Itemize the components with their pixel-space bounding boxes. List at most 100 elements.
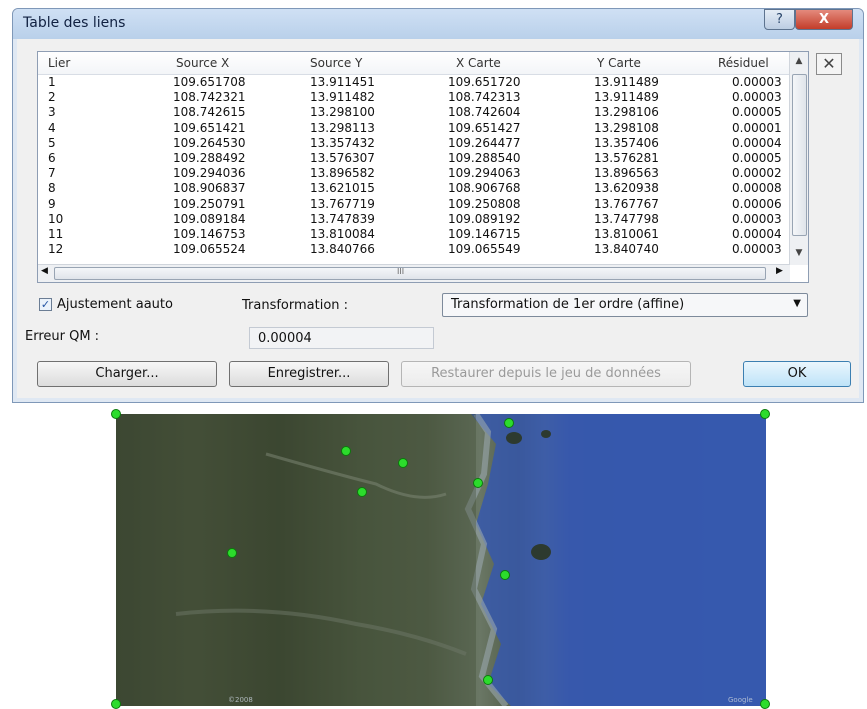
cell-link: 12 xyxy=(48,242,64,257)
cell-source-y: 13.911482 xyxy=(310,90,375,105)
control-point-marker[interactable] xyxy=(760,409,770,419)
cell-residual: 0.00003 xyxy=(732,90,782,105)
cell-map-x: 109.288540 xyxy=(448,151,521,165)
cell-map-y: 13.911489 xyxy=(594,75,659,89)
column-header-residual[interactable]: Résiduel xyxy=(718,56,769,70)
link-table-dialog: Table des liens ? X Lier Source X Source… xyxy=(12,8,864,403)
control-point-marker[interactable] xyxy=(111,699,121,709)
scroll-right-icon[interactable]: ▶ xyxy=(776,266,783,276)
cell-residual: 0.00006 xyxy=(732,196,782,211)
cell-map-y: 13.810061 xyxy=(594,227,659,241)
cell-residual: 0.00005 xyxy=(732,105,782,120)
control-point-marker[interactable] xyxy=(357,487,367,497)
cell-link: 11 xyxy=(48,227,64,241)
table-row[interactable]: 10 109.089184 13.747839 109.089192 13.747798… xyxy=(38,212,790,226)
cell-map-x: 109.065549 xyxy=(448,242,521,257)
cell-map-y: 13.747798 xyxy=(594,211,659,226)
cell-link: 8 xyxy=(48,181,56,196)
cell-residual: 0.00003 xyxy=(732,75,782,89)
cell-link: 5 xyxy=(48,135,56,150)
cell-source-y: 13.767719 xyxy=(310,196,375,211)
cell-source-x: 109.651421 xyxy=(173,120,246,135)
horizontal-scroll-thumb[interactable]: III xyxy=(54,267,766,280)
satellite-map[interactable]: ©2008 Google xyxy=(116,414,766,706)
cell-residual: 0.00005 xyxy=(732,151,782,165)
cell-residual: 0.00008 xyxy=(732,181,782,196)
control-point-marker[interactable] xyxy=(341,446,351,456)
save-button[interactable]: Enregistrer... xyxy=(229,361,389,387)
cell-residual: 0.00003 xyxy=(732,242,782,257)
auto-adjust-label[interactable]: Ajustement aauto xyxy=(57,297,173,312)
column-header-link[interactable]: Lier xyxy=(48,56,70,70)
control-point-marker[interactable] xyxy=(504,418,514,428)
chevron-down-icon[interactable]: ▼ xyxy=(793,298,801,309)
cell-source-x: 109.264530 xyxy=(173,135,246,150)
table-row[interactable]: 4 109.651421 13.298113 109.651427 13.298108 0… xyxy=(38,121,790,135)
load-button[interactable]: Charger... xyxy=(37,361,217,387)
control-point-marker[interactable] xyxy=(500,570,510,580)
cell-link: 9 xyxy=(48,196,56,211)
restore-button[interactable]: Restaurer depuis le jeu de données xyxy=(401,361,691,387)
table-row[interactable]: 11 109.146753 13.810084 109.146715 13.810061… xyxy=(38,227,790,241)
table-row[interactable]: 12 109.065524 13.840766 109.065549 13.840740… xyxy=(38,242,790,256)
table-row[interactable]: 1 109.651708 13.911451 109.651720 13.911489 0… xyxy=(38,75,790,89)
help-button[interactable]: ? xyxy=(764,9,795,30)
delete-link-icon[interactable]: ✕ xyxy=(816,53,842,75)
control-point-marker[interactable] xyxy=(398,458,408,468)
horizontal-scrollbar[interactable]: ◀ III ▶ xyxy=(38,264,790,282)
dialog-title: Table des liens xyxy=(23,15,126,31)
table-row[interactable]: 7 109.294036 13.896582 109.294063 13.896563 0… xyxy=(38,166,790,180)
links-table[interactable]: Lier Source X Source Y X Carte Y Carte R… xyxy=(37,51,809,283)
scroll-up-icon[interactable]: ▲ xyxy=(790,56,808,66)
cell-map-y: 13.911489 xyxy=(594,90,659,105)
cell-residual: 0.00003 xyxy=(732,211,782,226)
table-row[interactable]: 8 108.906837 13.621015 108.906768 13.620938 0… xyxy=(38,181,790,195)
control-point-marker[interactable] xyxy=(227,548,237,558)
control-point-marker[interactable] xyxy=(111,409,121,419)
auto-adjust-checkbox[interactable]: ✓ xyxy=(39,298,52,311)
cell-source-y: 13.298113 xyxy=(310,120,375,135)
cell-map-x: 109.250808 xyxy=(448,196,521,211)
column-header-source-y[interactable]: Source Y xyxy=(310,56,362,70)
vertical-scrollbar[interactable]: ▲ ▼ xyxy=(789,52,808,265)
rms-error-value: 0.00004 xyxy=(249,327,434,349)
vertical-scroll-thumb[interactable] xyxy=(792,74,807,236)
column-header-source-x[interactable]: Source X xyxy=(176,56,229,70)
table-row[interactable]: 5 109.264530 13.357432 109.264477 13.357406 0… xyxy=(38,136,790,150)
table-row[interactable]: 9 109.250791 13.767719 109.250808 13.767767 0… xyxy=(38,197,790,211)
transformation-dropdown[interactable]: Transformation de 1er ordre (affine) ▼ xyxy=(442,293,808,317)
table-row[interactable]: 2 108.742321 13.911482 108.742313 13.911489 0… xyxy=(38,90,790,104)
cell-map-x: 109.146715 xyxy=(448,227,521,241)
cell-source-x: 109.065524 xyxy=(173,242,246,257)
cell-source-y: 13.911451 xyxy=(310,75,375,89)
column-header-map-x[interactable]: X Carte xyxy=(456,56,501,70)
cell-source-y: 13.747839 xyxy=(310,211,375,226)
cell-link: 6 xyxy=(48,151,56,165)
cell-source-x: 109.651708 xyxy=(173,75,246,89)
control-point-marker[interactable] xyxy=(483,675,493,685)
cell-source-y: 13.896582 xyxy=(310,166,375,181)
cell-source-x: 109.294036 xyxy=(173,166,246,181)
cell-source-x: 109.146753 xyxy=(173,227,246,241)
scroll-left-icon[interactable]: ◀ xyxy=(41,266,48,276)
cell-map-x: 108.742313 xyxy=(448,90,521,105)
column-header-map-y[interactable]: Y Carte xyxy=(597,56,641,70)
control-point-marker[interactable] xyxy=(760,699,770,709)
scroll-down-icon[interactable]: ▼ xyxy=(790,248,808,258)
cell-map-y: 13.896563 xyxy=(594,166,659,181)
cell-link: 3 xyxy=(48,105,56,120)
transformation-label: Transformation : xyxy=(242,298,349,313)
table-row[interactable]: 6 109.288492 13.576307 109.288540 13.576281 0… xyxy=(38,151,790,165)
cell-source-x: 109.250791 xyxy=(173,196,246,211)
ok-button[interactable]: OK xyxy=(743,361,851,387)
window-close-button[interactable]: X xyxy=(795,9,853,30)
table-row[interactable]: 3 108.742615 13.298100 108.742604 13.298106 0… xyxy=(38,105,790,119)
title-bar[interactable]: Table des liens ? X xyxy=(13,9,863,39)
cell-link: 7 xyxy=(48,166,56,181)
cell-map-y: 13.298108 xyxy=(594,120,659,135)
cell-map-x: 109.651427 xyxy=(448,120,521,135)
control-point-marker[interactable] xyxy=(473,478,483,488)
cell-map-y: 13.576281 xyxy=(594,151,659,165)
cell-source-y: 13.298100 xyxy=(310,105,375,120)
cell-map-y: 13.767767 xyxy=(594,196,659,211)
